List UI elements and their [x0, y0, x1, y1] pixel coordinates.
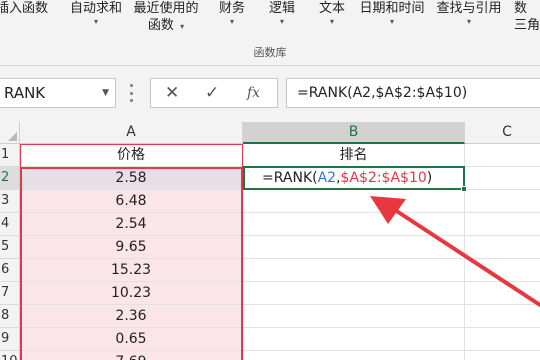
- autosum-button[interactable]: 自动求和 ▾: [64, 0, 128, 27]
- chevron-down-icon: ▾: [229, 17, 234, 26]
- chevron-down-icon: ▾: [329, 17, 334, 26]
- cell-a3[interactable]: 6.48: [20, 190, 243, 213]
- column-header-a[interactable]: A: [20, 122, 243, 144]
- cell-c6[interactable]: [465, 259, 540, 282]
- math-trig-label-2: 三角: [514, 18, 540, 33]
- recent-functions-button[interactable]: 最近使用的 函数 ▾: [128, 0, 204, 34]
- cell-a2[interactable]: 2.58: [20, 167, 243, 190]
- cell-c2[interactable]: [465, 167, 540, 190]
- row-header-6[interactable]: 6: [0, 259, 20, 282]
- math-trig-label: 数: [514, 1, 528, 16]
- formula-ref-a2: A2: [317, 170, 337, 186]
- row-header-9[interactable]: 9: [0, 328, 20, 351]
- cell-a1[interactable]: 价格: [20, 144, 243, 167]
- cell-c9[interactable]: [465, 328, 540, 351]
- recent-functions-label-2: 函数: [147, 18, 174, 33]
- formula-bar: RANK ▼ ✕ ✓ fx =RANK(A2,$A$2:$A$10): [0, 66, 540, 122]
- cell-a7[interactable]: 10.23: [20, 282, 243, 305]
- row-header-2[interactable]: 2: [0, 167, 20, 190]
- dropdown-icon[interactable]: ▼: [102, 79, 109, 107]
- cell-b6[interactable]: [243, 259, 465, 282]
- recent-functions-label: 最近使用的: [133, 1, 199, 16]
- cell-b7[interactable]: [243, 282, 465, 305]
- check-icon[interactable]: ✓: [205, 82, 219, 104]
- cancel-icon[interactable]: ✕: [165, 82, 179, 104]
- formula-bar-buttons: ✕ ✓ fx: [150, 78, 278, 108]
- ribbon-formulas: 插入函数 自动求和 ▾ 最近使用的 函数 ▾ 财务 ▾ 逻辑 ▾ 文本 ▾ 日期…: [0, 0, 540, 66]
- cell-c10[interactable]: [465, 351, 540, 360]
- cell-a10[interactable]: 7.69: [20, 351, 243, 360]
- spreadsheet-window: 插入函数 自动求和 ▾ 最近使用的 函数 ▾ 财务 ▾ 逻辑 ▾ 文本 ▾ 日期…: [0, 0, 540, 360]
- cell-b4[interactable]: [243, 213, 465, 236]
- logical-label: 逻辑: [268, 1, 295, 16]
- date-time-button[interactable]: 日期和时间 ▾: [356, 0, 428, 27]
- name-box-value: RANK: [4, 84, 46, 102]
- text-label: 文本: [318, 1, 345, 16]
- cell-b1[interactable]: 排名: [243, 144, 465, 167]
- cell-b8[interactable]: [243, 305, 465, 328]
- chevron-down-icon: ▾: [180, 22, 185, 31]
- cell-a5[interactable]: 9.65: [20, 236, 243, 259]
- cell-b5[interactable]: [243, 236, 465, 259]
- function-icon[interactable]: fx: [247, 82, 260, 104]
- column-header-c[interactable]: C: [465, 122, 540, 144]
- autosum-label: 自动求和: [69, 1, 122, 16]
- cell-c7[interactable]: [465, 282, 540, 305]
- cell-a9[interactable]: 0.65: [20, 328, 243, 351]
- row-header-3[interactable]: 3: [0, 190, 20, 213]
- chevron-down-icon: ▾: [466, 17, 471, 26]
- chevron-down-icon: ▾: [389, 17, 394, 26]
- logical-button[interactable]: 逻辑 ▾: [262, 0, 302, 27]
- formula-bar-grip[interactable]: [128, 84, 134, 102]
- cell-b9[interactable]: [243, 328, 465, 351]
- cell-b3[interactable]: [243, 190, 465, 213]
- row-header-7[interactable]: 7: [0, 282, 20, 305]
- formula-prefix: =RANK(: [262, 170, 318, 186]
- cell-b2-formula: =RANK(A2,$A$2:$A$10): [262, 168, 432, 188]
- cell-c1[interactable]: [465, 144, 540, 167]
- cell-c5[interactable]: [465, 236, 540, 259]
- financial-button[interactable]: 财务 ▾: [212, 0, 252, 27]
- row-header-1[interactable]: 1: [0, 144, 20, 167]
- chevron-down-icon: ▾: [93, 17, 98, 26]
- insert-function-button[interactable]: 插入函数: [0, 0, 58, 17]
- cell-c3[interactable]: [465, 190, 540, 213]
- cell-b10[interactable]: [243, 351, 465, 360]
- lookup-reference-label: 查找与引用: [436, 1, 502, 16]
- cell-a6[interactable]: 15.23: [20, 259, 243, 282]
- insert-function-label: 插入函数: [0, 1, 48, 16]
- fill-handle[interactable]: [461, 186, 467, 192]
- math-trig-button[interactable]: 数 三角: [514, 0, 540, 34]
- chevron-down-icon: ▾: [279, 17, 284, 26]
- row-header-5[interactable]: 5: [0, 236, 20, 259]
- formula-ref-range: $A$2:$A$10: [340, 170, 427, 186]
- cell-a8[interactable]: 2.36: [20, 305, 243, 328]
- date-time-label: 日期和时间: [359, 1, 425, 16]
- row-header-4[interactable]: 4: [0, 213, 20, 236]
- lookup-reference-button[interactable]: 查找与引用 ▾: [432, 0, 506, 27]
- function-library-group-label: 函数库: [253, 46, 287, 59]
- row-header-10[interactable]: 10: [0, 351, 20, 360]
- name-box[interactable]: RANK ▼: [0, 78, 116, 108]
- cell-c4[interactable]: [465, 213, 540, 236]
- financial-label: 财务: [218, 1, 245, 16]
- select-all-corner[interactable]: [0, 122, 20, 144]
- column-header-b[interactable]: B: [243, 122, 465, 144]
- formula-suffix: ): [426, 170, 433, 186]
- cell-a4[interactable]: 2.54: [20, 213, 243, 236]
- cell-c8[interactable]: [465, 305, 540, 328]
- text-button[interactable]: 文本 ▾: [312, 0, 352, 27]
- formula-input[interactable]: =RANK(A2,$A$2:$A$10): [286, 78, 540, 108]
- row-header-8[interactable]: 8: [0, 305, 20, 328]
